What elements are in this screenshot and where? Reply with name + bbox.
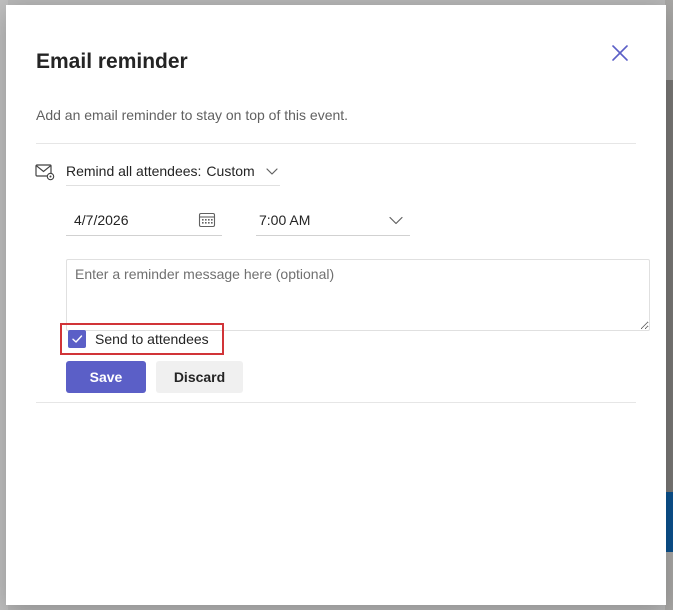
reminder-message-input[interactable] [66,259,650,331]
close-icon [612,45,628,61]
divider [36,402,636,403]
dialog-subtitle: Add an email reminder to stay on top of … [36,107,349,123]
remind-value: Custom [206,163,255,179]
save-button[interactable]: Save [66,361,146,393]
send-to-attendees-label: Send to attendees [95,331,209,347]
checkbox-checked[interactable] [68,330,86,348]
mail-settings-icon [35,164,55,181]
remind-label: Remind all attendees: [66,163,202,179]
calendar-icon[interactable] [198,211,216,229]
dialog-title: Email reminder [36,50,188,73]
discard-button[interactable]: Discard [156,361,243,393]
send-to-attendees-checkbox[interactable]: Send to attendees [60,323,224,355]
divider [36,143,636,144]
checkmark-icon [72,335,83,343]
date-picker-field[interactable]: 4/7/2026 [66,205,222,236]
date-value: 4/7/2026 [74,212,129,228]
time-value: 7:00 AM [259,212,311,228]
remind-attendees-dropdown[interactable]: Remind all attendees: Custom [66,157,280,186]
chevron-down-icon [266,168,278,175]
email-reminder-dialog: Email reminder Add an email reminder to … [6,5,666,605]
close-button[interactable] [606,39,634,67]
chevron-down-icon [389,216,403,225]
time-picker-dropdown[interactable]: 7:00 AM [256,205,410,236]
